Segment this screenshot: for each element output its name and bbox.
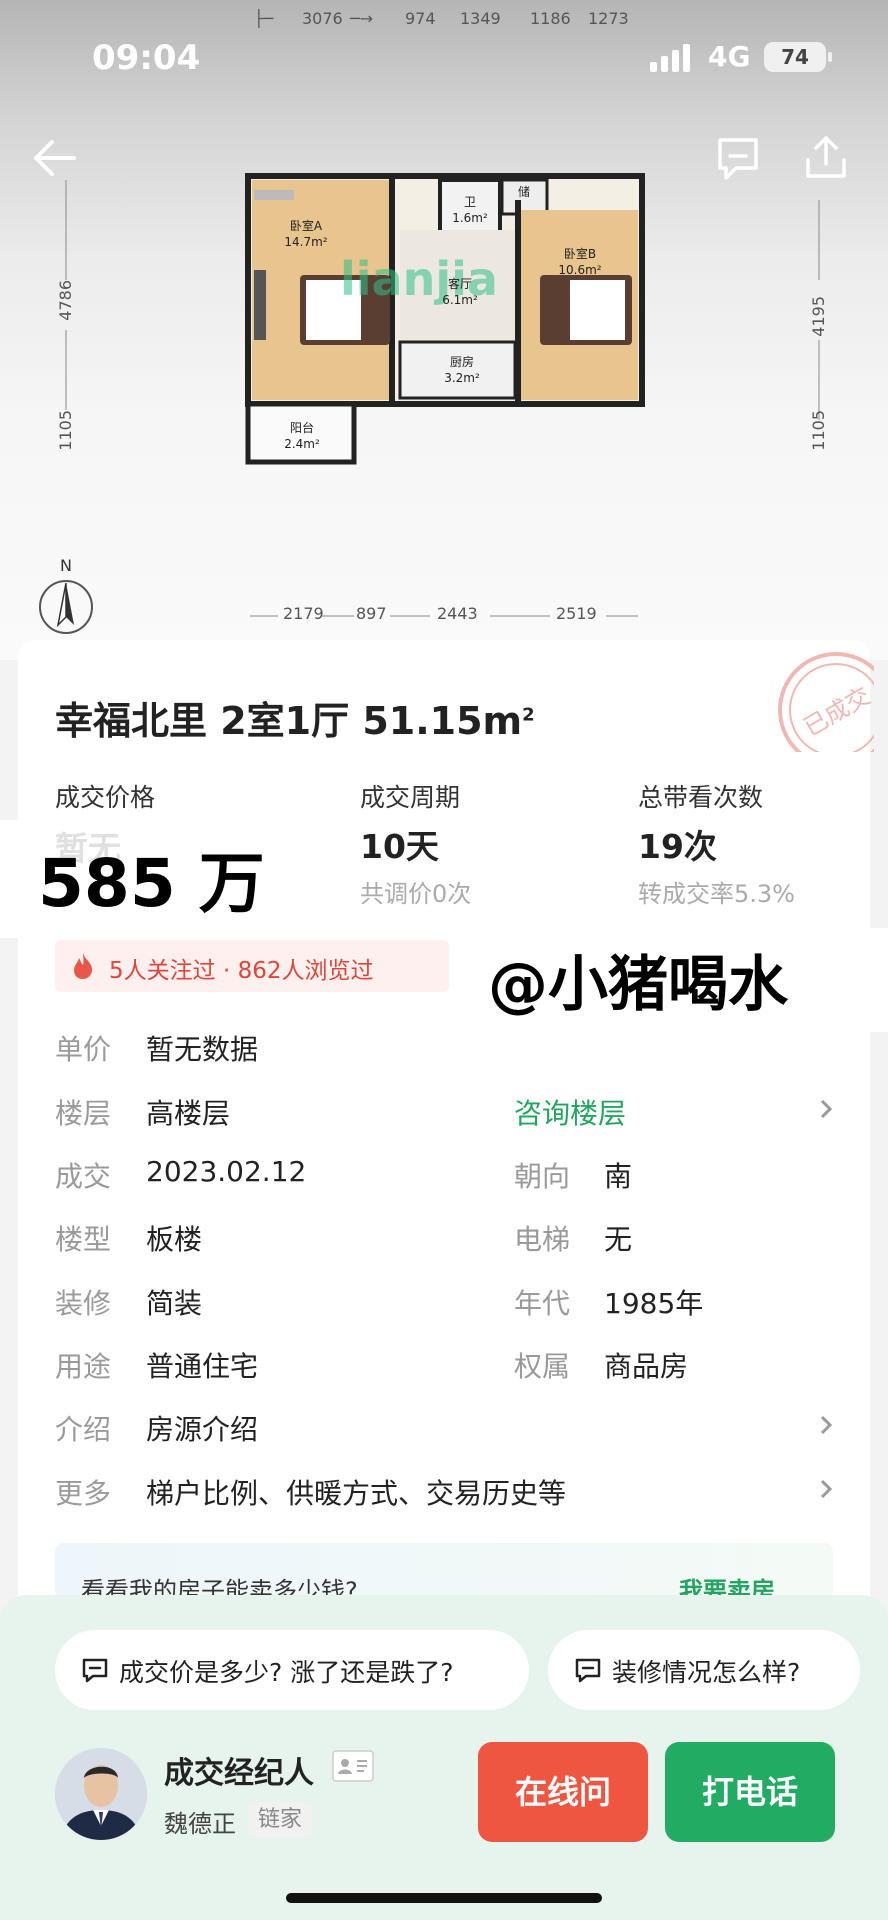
svg-text:客厅: 客厅 xyxy=(448,276,472,291)
intro-label: 介绍 xyxy=(55,1413,112,1446)
stat-views-value: 19次 xyxy=(638,827,717,866)
home-indicator[interactable] xyxy=(286,1893,602,1903)
usage-label: 用途 xyxy=(55,1350,112,1383)
title-unit-superscript: 2 xyxy=(522,704,535,726)
more-label: 更多 xyxy=(55,1477,112,1510)
status-bar: 09:04 4G 74 xyxy=(0,38,888,84)
chat-bubble-icon xyxy=(82,1658,108,1683)
quick-question-decoration-text: 装修情况怎么样? xyxy=(612,1658,801,1687)
agent-role: 成交经纪人 xyxy=(164,1756,314,1791)
svg-text:卧室A: 卧室A xyxy=(290,218,323,233)
dim-right-1: 4195 xyxy=(809,296,828,337)
svg-text:阳台: 阳台 xyxy=(290,420,314,435)
floor-value: 高楼层 xyxy=(146,1097,231,1130)
chevron-right-icon[interactable] xyxy=(818,1477,834,1501)
dim-top-2: 974 xyxy=(405,9,436,28)
svg-text:14.7m²: 14.7m² xyxy=(284,235,327,249)
network-type: 4G xyxy=(708,40,751,73)
agent-avatar[interactable] xyxy=(55,1748,147,1840)
intro-link[interactable]: 房源介绍 xyxy=(146,1408,258,1448)
elevator-label: 电梯 xyxy=(514,1223,571,1256)
battery-tip xyxy=(828,52,832,62)
call-button[interactable]: 打电话 xyxy=(665,1742,835,1842)
dim-top-4: 1186 xyxy=(530,9,571,28)
quick-question-price[interactable]: 成交价是多少? 涨了还是跌了? xyxy=(55,1630,529,1710)
chat-bubble-icon xyxy=(575,1658,601,1683)
svg-text:储: 储 xyxy=(518,184,530,199)
listing-title: 幸福北里 2室1厅 51.15m2 xyxy=(55,690,535,745)
back-arrow-icon[interactable] xyxy=(30,132,82,184)
floor-label: 楼层 xyxy=(55,1097,112,1130)
stat-cycle-value: 10天 xyxy=(360,827,439,866)
chevron-right-icon[interactable] xyxy=(818,1413,834,1437)
dim-left-2: 1105 xyxy=(56,410,75,451)
id-card-icon[interactable] xyxy=(332,1750,374,1782)
online-chat-button[interactable]: 在线问 xyxy=(478,1742,648,1842)
dim-top-5: 1273 xyxy=(588,9,629,28)
orientation-label: 朝向 xyxy=(514,1160,571,1193)
svg-text:10.6m²: 10.6m² xyxy=(558,263,601,277)
flame-icon xyxy=(74,953,93,979)
stat-views-label: 总带看次数 xyxy=(638,783,764,812)
compass-label: N xyxy=(60,556,72,575)
building-type-label: 楼型 xyxy=(55,1223,112,1256)
sell-house-banner[interactable]: 看看我的房子能卖多少钱? 我要卖房 xyxy=(55,1543,833,1599)
dim-top-1: 3076 xyxy=(302,9,343,28)
deal-date-label: 成交 xyxy=(55,1160,112,1193)
svg-text:6.1m²: 6.1m² xyxy=(442,293,478,307)
year-value: 1985年 xyxy=(604,1287,704,1320)
dim-left-1: 4786 xyxy=(56,280,75,321)
dim-right-2: 1105 xyxy=(809,410,828,451)
svg-text:已成交: 已成交 xyxy=(799,682,874,742)
svg-text:3.2m²: 3.2m² xyxy=(444,371,480,385)
quick-question-price-text: 成交价是多少? 涨了还是跌了? xyxy=(119,1658,454,1687)
stat-cycle-sub: 共调价0次 xyxy=(360,880,472,908)
ownership-label: 权属 xyxy=(514,1350,571,1383)
price-overlay-text: 585 万 xyxy=(38,845,265,922)
floorplan-drawing: lianjia 卧室A 14.7m² 卫 1.6m² 储 客厅 6.1m² 卧室… xyxy=(245,173,645,465)
consult-floor-link[interactable]: 咨询楼层 xyxy=(514,1092,626,1132)
status-time: 09:04 xyxy=(92,38,201,78)
building-type-value: 板楼 xyxy=(146,1223,203,1256)
svg-text:卧室B: 卧室B xyxy=(564,246,596,261)
deal-date-value: 2023.02.12 xyxy=(146,1155,307,1188)
bottom-dim-line xyxy=(250,615,638,617)
svg-text:2.4m²: 2.4m² xyxy=(284,437,320,451)
listing-title-text: 幸福北里 2室1厅 51.15m xyxy=(55,699,523,743)
stat-views-sub: 转成交率5.3% xyxy=(638,880,795,908)
svg-text:厨房: 厨房 xyxy=(450,354,474,369)
stat-price-label: 成交价格 xyxy=(55,783,156,812)
share-icon[interactable] xyxy=(800,132,852,184)
elevator-value: 无 xyxy=(604,1223,633,1256)
decoration-label: 装修 xyxy=(55,1287,112,1320)
agent-name: 魏德正 xyxy=(164,1810,236,1838)
usage-value: 普通住宅 xyxy=(146,1350,259,1383)
stat-cycle-label: 成交周期 xyxy=(360,783,461,812)
agent-photo xyxy=(55,1748,147,1840)
compass-icon: N xyxy=(39,556,93,634)
quick-question-decoration[interactable]: 装修情况怎么样? xyxy=(548,1630,860,1710)
dim-top-3: 1349 xyxy=(460,9,501,28)
feedback-icon[interactable] xyxy=(712,132,764,184)
chevron-right-icon[interactable] xyxy=(818,1097,834,1121)
watermark-overlay-text: @小猪喝水 xyxy=(488,950,788,1020)
decoration-value: 简装 xyxy=(146,1287,203,1320)
agent-brand-badge: 链家 xyxy=(248,1802,313,1838)
year-label: 年代 xyxy=(514,1287,571,1320)
orientation-value: 南 xyxy=(604,1160,633,1193)
popularity-text: 5人关注过 · 862人浏览过 xyxy=(109,958,374,984)
svg-text:卫: 卫 xyxy=(464,195,476,209)
sold-stamp: 已成交 xyxy=(778,652,874,752)
signal-icon xyxy=(650,44,694,72)
unit-price-value: 暂无数据 xyxy=(146,1033,259,1066)
popularity-badge: 5人关注过 · 862人浏览过 xyxy=(55,940,449,992)
unit-price-label: 单价 xyxy=(55,1033,112,1066)
more-link[interactable]: 梯户比例、供暖方式、交易历史等 xyxy=(146,1472,566,1512)
ownership-value: 商品房 xyxy=(604,1350,689,1383)
svg-text:1.6m²: 1.6m² xyxy=(452,211,488,225)
battery-icon: 74 xyxy=(764,42,826,72)
